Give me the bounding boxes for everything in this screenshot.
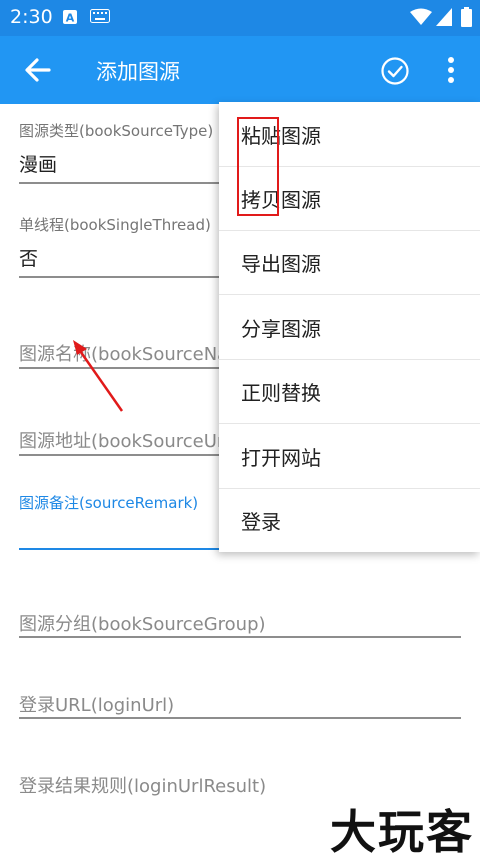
page-title: 添加图源 [96, 60, 180, 84]
field-placeholder: 登录结果规则(loginUrlResult) [19, 776, 267, 797]
more-options-icon[interactable] [440, 54, 462, 86]
menu-item-export-source[interactable]: 导出图源 [219, 230, 480, 295]
login-url-input[interactable]: 登录URL(loginUrl) [19, 691, 461, 721]
menu-item-label: 导出图源 [241, 252, 321, 276]
battery-icon [461, 7, 472, 27]
field-label: 单线程(bookSingleThread) [19, 216, 211, 234]
annotation-highlight-box [237, 117, 279, 216]
wifi-icon [410, 8, 432, 25]
menu-item-label: 登录 [241, 510, 281, 534]
field-value: 漫画 [19, 154, 58, 176]
watermark-logo: 大玩客 [330, 805, 474, 859]
cellular-signal-icon [436, 8, 452, 26]
keyboard-icon [90, 9, 110, 23]
app-bar: 添加图源 [0, 36, 480, 104]
status-bar: 2:30 A [0, 0, 480, 36]
field-label: 图源备注(sourceRemark) [19, 494, 199, 512]
back-arrow-icon[interactable] [22, 54, 54, 86]
menu-item-regex-replace[interactable]: 正则替换 [219, 359, 480, 424]
save-check-icon[interactable] [380, 56, 410, 86]
field-label: 图源类型(bookSourceType) [19, 122, 214, 140]
field-value: 否 [19, 248, 39, 270]
field-placeholder: 登录URL(loginUrl) [19, 695, 175, 716]
menu-item-login[interactable]: 登录 [219, 488, 480, 552]
annotation-arrow [73, 340, 124, 412]
field-placeholder: 图源地址(bookSourceUrl) [19, 431, 237, 452]
field-underline [19, 636, 461, 638]
menu-item-open-website[interactable]: 打开网站 [219, 424, 480, 489]
app-notification-icon: A [63, 10, 77, 25]
menu-item-label: 正则替换 [241, 381, 321, 405]
menu-item-label: 分享图源 [241, 317, 321, 341]
field-placeholder: 图源分组(bookSourceGroup) [19, 614, 266, 635]
status-time: 2:30 [10, 6, 53, 28]
svg-text:A: A [66, 12, 75, 25]
field-underline [19, 717, 461, 719]
book-source-group-input[interactable]: 图源分组(bookSourceGroup) [19, 610, 461, 640]
menu-item-share-source[interactable]: 分享图源 [219, 295, 480, 360]
menu-item-label: 打开网站 [241, 446, 321, 470]
